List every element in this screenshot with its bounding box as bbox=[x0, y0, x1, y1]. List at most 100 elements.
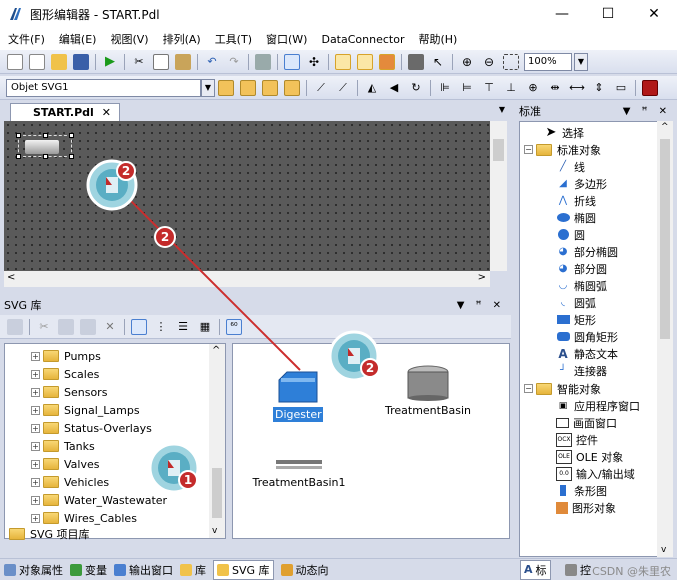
menu-arrange[interactable]: 排列(A) bbox=[163, 31, 201, 47]
tool-static-text[interactable]: A 静态文本 bbox=[556, 345, 618, 362]
zoom-area-icon[interactable] bbox=[503, 53, 519, 70]
bring-to-front-icon[interactable] bbox=[218, 79, 234, 96]
align-right-icon[interactable]: ⊨ bbox=[459, 80, 475, 96]
library-icon[interactable] bbox=[357, 53, 373, 70]
menu-window[interactable]: 窗口(W) bbox=[266, 31, 307, 47]
flip-horizontal-icon[interactable]: ◭ bbox=[364, 80, 380, 96]
tab-controls[interactable]: 控 bbox=[565, 562, 591, 578]
paste-icon[interactable] bbox=[80, 318, 96, 335]
tool-ellipse-arc[interactable]: ◡ 椭圆弧 bbox=[556, 277, 607, 294]
tab-library[interactable]: 库 bbox=[180, 562, 206, 578]
editor-horizontal-scrollbar[interactable]: < > bbox=[4, 271, 490, 287]
tool-rectangle[interactable]: 矩形 bbox=[556, 311, 596, 328]
chevron-down-icon[interactable]: ▼ bbox=[201, 78, 215, 97]
standard-panel-scrollbar[interactable]: ^ v bbox=[657, 121, 673, 557]
small-icons-icon[interactable]: ⋮ bbox=[153, 319, 169, 335]
panel-controls[interactable]: ▼ ꟸ ✕ bbox=[623, 106, 671, 117]
large-icons-icon[interactable] bbox=[131, 318, 147, 335]
layers-icon[interactable] bbox=[408, 53, 424, 70]
copy-icon[interactable] bbox=[58, 318, 74, 335]
tree-item-sensors[interactable]: + Sensors bbox=[31, 383, 107, 401]
run-icon[interactable]: ▶ bbox=[102, 54, 118, 70]
tree-item-water-wastewater[interactable]: + Water_Wastewater bbox=[31, 491, 167, 509]
menu-help[interactable]: 帮助(H) bbox=[418, 31, 457, 47]
forward-icon[interactable] bbox=[262, 79, 278, 96]
tool-connector[interactable]: ┘ 连接器 bbox=[556, 362, 607, 379]
tool-line[interactable]: ╱ 线 bbox=[556, 158, 585, 175]
tree-item-tanks[interactable]: + Tanks bbox=[31, 437, 95, 455]
tool-arc[interactable]: ◟ 圆弧 bbox=[556, 294, 596, 311]
tool-control[interactable]: OCX 控件 bbox=[556, 431, 598, 448]
tool-partial-ellipse[interactable]: ◕ 部分椭圆 bbox=[556, 243, 618, 260]
group-smart-objects[interactable]: − 智能对象 bbox=[524, 380, 601, 397]
snap-icon[interactable]: ✣ bbox=[306, 54, 322, 70]
tool-rounded-rectangle[interactable]: 圆角矩形 bbox=[556, 328, 618, 345]
zoom-out-icon[interactable]: ⊖ bbox=[481, 54, 497, 70]
close-button[interactable]: ✕ bbox=[631, 0, 677, 28]
tool-ole-object[interactable]: OLE OLE 对象 bbox=[556, 448, 623, 465]
tree-item-vehicles[interactable]: + Vehicles bbox=[31, 473, 109, 491]
tab-svg-library[interactable]: SVG 库 bbox=[213, 559, 274, 580]
maximize-button[interactable]: ☐ bbox=[585, 0, 631, 28]
delete-icon[interactable]: ✕ bbox=[102, 319, 118, 335]
properties-icon[interactable] bbox=[335, 53, 351, 70]
connect-icon[interactable]: ⟋ bbox=[313, 80, 329, 96]
cut-icon[interactable]: ✂ bbox=[131, 54, 147, 70]
cut-icon[interactable]: ✂ bbox=[36, 319, 52, 335]
tab-output-window[interactable]: 输出窗口 bbox=[114, 562, 173, 578]
copy-icon[interactable] bbox=[153, 53, 169, 70]
flip-vertical-icon[interactable]: ◀ bbox=[386, 80, 402, 96]
menu-file[interactable]: 文件(F) bbox=[8, 31, 45, 47]
zoom-combobox[interactable]: 100% bbox=[524, 52, 572, 71]
align-bottom-icon[interactable]: ⊥ bbox=[503, 80, 519, 96]
tool-application-window[interactable]: ▣ 应用程序窗口 bbox=[556, 397, 640, 414]
undo-icon[interactable]: ↶ bbox=[204, 54, 220, 70]
zoom-in-icon[interactable]: ⊕ bbox=[459, 54, 475, 70]
tree-item-signal-lamps[interactable]: + Signal_Lamps bbox=[31, 401, 140, 419]
tool-graphic-object[interactable]: 图形对象 bbox=[556, 499, 616, 516]
same-width-icon[interactable]: ▭ bbox=[613, 80, 629, 96]
distribute-h-icon[interactable]: ⟷ bbox=[569, 80, 585, 96]
library-item-treatment-basin[interactable]: TreatmentBasin bbox=[383, 364, 473, 417]
tool-bar[interactable]: 条形图 bbox=[556, 482, 607, 499]
close-icon[interactable]: ✕ bbox=[102, 106, 111, 119]
same-size-icon[interactable]: ⇕ bbox=[591, 80, 607, 96]
tool-ellipse[interactable]: 椭圆 bbox=[556, 209, 596, 226]
center-icon[interactable]: ⊕ bbox=[525, 80, 541, 96]
tree-item-pumps[interactable]: + Pumps bbox=[31, 347, 101, 365]
tab-standard[interactable]: A标 bbox=[520, 559, 551, 580]
align-left-icon[interactable]: ⊫ bbox=[437, 80, 453, 96]
svg-object[interactable] bbox=[16, 133, 74, 159]
object-selector[interactable]: Objet SVG1 bbox=[6, 78, 201, 97]
save-icon[interactable] bbox=[73, 53, 89, 70]
help-pointer-icon[interactable]: ↖ bbox=[430, 54, 446, 70]
chevron-down-icon[interactable]: ▼ bbox=[499, 105, 505, 114]
tool-partial-circle[interactable]: ◕ 部分圆 bbox=[556, 260, 607, 277]
menu-view[interactable]: 视图(V) bbox=[110, 31, 148, 47]
minimize-button[interactable]: — bbox=[539, 0, 585, 28]
menu-tools[interactable]: 工具(T) bbox=[215, 31, 252, 47]
tree-item-valves[interactable]: + Valves bbox=[31, 455, 99, 473]
open-folder-icon[interactable] bbox=[7, 318, 23, 335]
tool-select[interactable]: ➤ 选择 bbox=[544, 124, 584, 141]
tab-object-properties[interactable]: 对象属性 bbox=[4, 562, 63, 578]
paste-icon[interactable] bbox=[175, 53, 191, 70]
tool-picture-window[interactable]: 画面窗口 bbox=[556, 414, 617, 431]
svg-library-icon[interactable] bbox=[379, 53, 395, 70]
align-top-icon[interactable]: ⊤ bbox=[481, 80, 497, 96]
tab-start-pdl[interactable]: START.Pdl ✕ bbox=[10, 103, 120, 121]
editor-vertical-scrollbar[interactable] bbox=[490, 121, 507, 271]
panel-controls[interactable]: ▼ ꟸ ✕ bbox=[457, 300, 505, 311]
tool-polygon[interactable]: ◢ 多边形 bbox=[556, 175, 607, 192]
send-to-back-icon[interactable] bbox=[240, 79, 256, 96]
tree-item-svg-project-library[interactable]: SVG 项目库 bbox=[9, 525, 90, 543]
grid-icon[interactable] bbox=[284, 53, 300, 70]
rotate-icon[interactable]: ↻ bbox=[408, 80, 424, 96]
tree-item-scales[interactable]: + Scales bbox=[31, 365, 99, 383]
menu-dataconnector[interactable]: DataConnector bbox=[321, 33, 404, 46]
tree-vertical-scrollbar[interactable]: ^ v bbox=[209, 344, 225, 538]
library-item-treatment-basin1[interactable]: TreatmentBasin1 bbox=[249, 456, 349, 489]
list-view-icon[interactable]: ☰ bbox=[175, 319, 191, 335]
tab-dynamic-wizard[interactable]: 动态向 bbox=[280, 562, 329, 578]
menu-edit[interactable]: 编辑(E) bbox=[59, 31, 97, 47]
